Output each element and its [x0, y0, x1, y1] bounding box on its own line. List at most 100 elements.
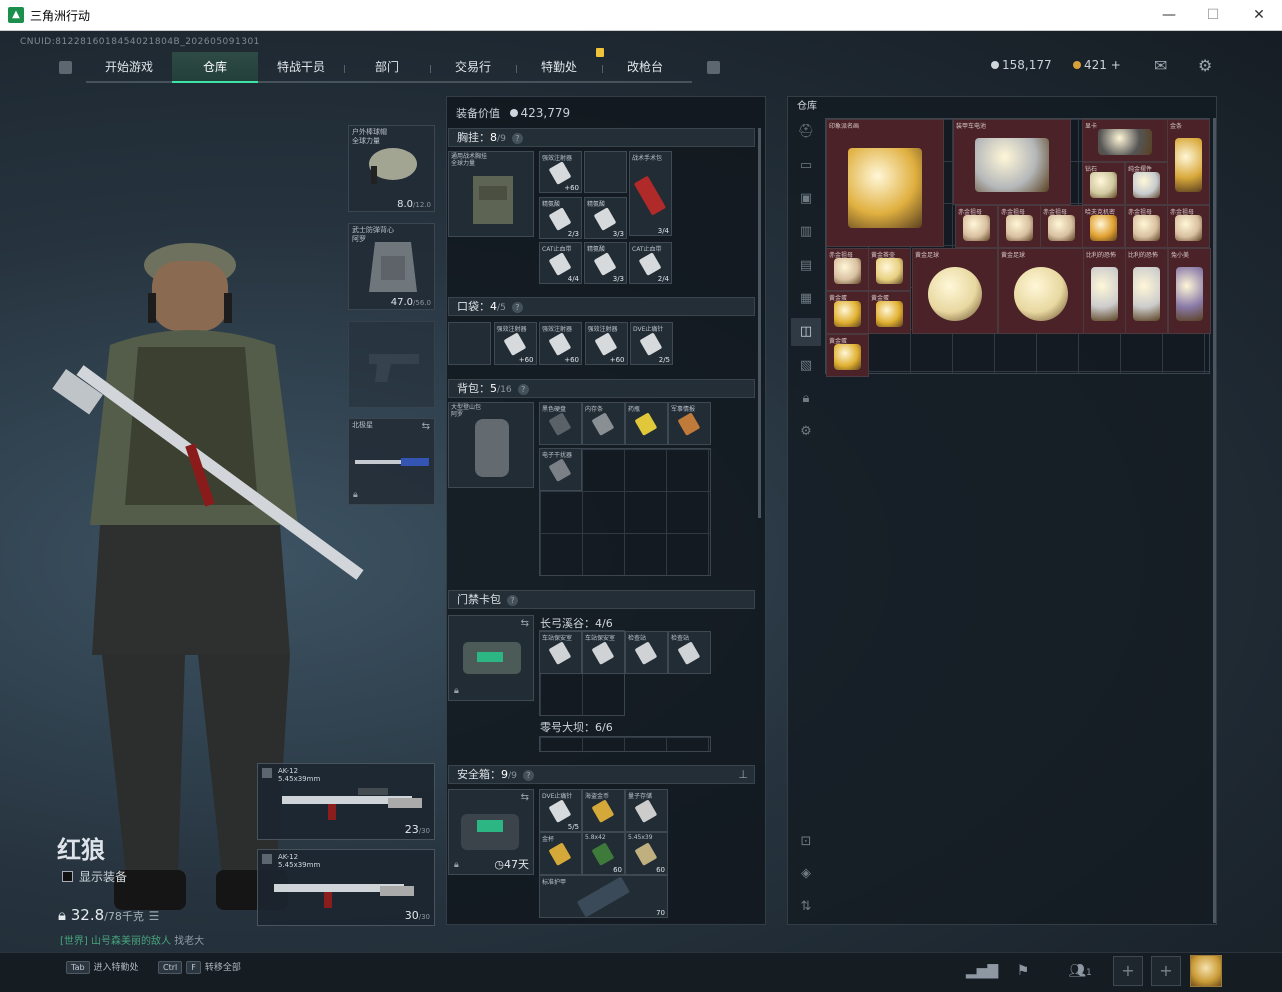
primary-weapon-slot[interactable]: AK-12 5.45x39mm 23/30 — [257, 763, 435, 840]
stash-tab-collection-icon[interactable]: ◫ — [791, 318, 821, 346]
stash-item[interactable]: 哈夫克机密 — [1082, 205, 1125, 248]
help-icon[interactable]: ? — [511, 133, 523, 144]
stash-item[interactable]: 黄金足球 — [998, 248, 1084, 334]
chest-cell[interactable]: 精氨酸 3/3 — [584, 197, 627, 239]
chest-cell[interactable]: CAT止血带 4/4 — [539, 242, 582, 284]
stash-item[interactable]: 钻石 — [1082, 162, 1125, 205]
pistol-slot[interactable] — [348, 321, 435, 408]
pocket-cell[interactable] — [448, 322, 491, 365]
stash-tab-med-icon[interactable]: ▤ — [791, 252, 821, 280]
stash-item[interactable]: 装甲车电池 — [953, 119, 1071, 205]
help-icon[interactable]: ? — [517, 384, 529, 395]
keycard-case-item[interactable]: ⇆ 🔒︎ — [448, 615, 534, 701]
settings-gear-icon[interactable]: ⚙ — [1198, 56, 1212, 75]
stash-item[interactable]: 赤金祖母 — [1040, 205, 1083, 248]
helmet-slot[interactable]: 户外棒球帽 全球力量 8.0/12.0 — [348, 125, 435, 212]
tab-start-game[interactable]: 开始游戏 — [86, 52, 172, 83]
add-currency-button[interactable]: + — [1111, 58, 1121, 72]
nav-next-icon[interactable] — [707, 61, 720, 74]
stash-item[interactable]: 赤金祖母 — [1167, 205, 1210, 248]
stash-item[interactable]: 黄金茶壶 — [868, 248, 911, 291]
stash-item[interactable]: 赤金祖母 — [826, 248, 869, 291]
stash-tab-settings-icon[interactable]: ⚙ — [791, 418, 821, 446]
backpack-item[interactable]: 大型登山包 阿罗 — [448, 402, 534, 488]
stash-tab-key-icon[interactable]: ▦ — [791, 285, 821, 313]
stash-sort-icon[interactable]: ⊡ — [791, 828, 821, 856]
swap-icon[interactable]: ⇆ — [521, 792, 529, 803]
chest-cell[interactable] — [584, 151, 627, 193]
mail-icon[interactable]: ✉ — [1154, 56, 1167, 75]
stash-item[interactable]: 比利的恐怖 — [1125, 248, 1168, 334]
stash-tab-lock-icon[interactable]: 🔒︎ — [791, 385, 821, 413]
friends-icon[interactable]: 👥︎1 — [1058, 958, 1102, 984]
safe-box-item[interactable]: ⇆ 🔒︎ ◷47天 — [448, 789, 534, 875]
equipment-scrollbar[interactable] — [758, 128, 761, 518]
backpack-cell[interactable]: 黑色硬盘 — [539, 402, 582, 445]
stash-item[interactable]: 兔小美 — [1168, 248, 1211, 334]
stash-item[interactable]: 黄金蛋 — [826, 291, 869, 334]
checkbox[interactable] — [62, 871, 73, 882]
keycard-cell[interactable]: 车站保安室 — [582, 631, 625, 674]
secondary-weapon-slot[interactable]: AK-12 5.45x39mm 30/30 — [257, 849, 435, 926]
stash-item[interactable]: 黄金足球 — [912, 248, 998, 334]
stash-item[interactable]: 黄金蛋 — [826, 334, 869, 377]
chest-cell[interactable]: 精氨酸 2/3 — [539, 197, 582, 239]
keycard-cell[interactable]: 检查站 — [625, 631, 668, 674]
tab-trading[interactable]: 交易行 — [430, 52, 516, 83]
keycard-cell[interactable]: 车站保安室 — [539, 631, 582, 674]
help-icon[interactable]: ? — [507, 595, 518, 606]
close-button[interactable]: ✕ — [1236, 0, 1282, 31]
chest-cell[interactable]: CAT止血带 2/4 — [629, 242, 672, 284]
help-icon[interactable]: ? — [511, 302, 523, 313]
enter-special-ops-hint[interactable]: Tab 进入特勤处 — [66, 960, 139, 974]
armor-slot[interactable]: 武士防弹背心 阿罗 47.0/56.0 — [348, 223, 435, 310]
stash-tab-misc-icon[interactable]: ▧ — [791, 352, 821, 380]
swap-icon[interactable]: ⇆ — [521, 618, 529, 629]
transfer-all-hint[interactable]: Ctrl F 转移全部 — [158, 960, 241, 974]
swap-icon[interactable]: ⇆ — [422, 421, 430, 432]
invite-slot-1[interactable]: + — [1113, 956, 1143, 986]
pocket-cell[interactable]: DVE止痛针 2/5 — [630, 322, 673, 365]
chest-cell[interactable]: 强效注射器 +60 — [539, 151, 582, 193]
melee-slot[interactable]: 北极星 ⇆ 🔒︎ — [348, 418, 435, 505]
safe-box-cell[interactable]: DVE止痛针 5/5 — [539, 789, 582, 832]
chest-cell[interactable]: 战术手术包 3/4 — [629, 151, 672, 236]
flag-icon[interactable]: ⚑ — [1006, 958, 1040, 984]
backpack-cell[interactable]: 军事情报 — [668, 402, 711, 445]
stash-item[interactable]: 显卡 — [1082, 119, 1168, 162]
stash-item[interactable]: 赤金祖母 — [955, 205, 998, 248]
backpack-cell[interactable]: 电子干扰器 — [539, 448, 582, 491]
tab-gunsmith[interactable]: 改枪台 — [602, 52, 688, 83]
stash-layers-icon[interactable]: ◈ — [791, 860, 821, 888]
stats-chart-icon[interactable]: ▂▅▇ — [965, 958, 999, 984]
safe-box-cell[interactable]: 5.45x39 60 — [625, 832, 668, 875]
stash-item[interactable]: 金条 — [1167, 119, 1210, 205]
stash-tab-ammo-icon[interactable]: ▥ — [791, 218, 821, 246]
tab-department[interactable]: 部门 — [344, 52, 430, 83]
pin-icon[interactable]: ⊥ — [738, 766, 748, 783]
stash-item[interactable]: 黄金蛋 — [868, 291, 911, 334]
stash-item[interactable]: 赤金祖母 — [1125, 205, 1168, 248]
stash-tab-armor-icon[interactable]: ▣ — [791, 185, 821, 213]
chest-rig-item[interactable]: 通用战术胸挂 全球力量 — [448, 151, 534, 237]
nav-prev-icon[interactable] — [59, 61, 72, 74]
pocket-cell[interactable]: 强效注射器 +60 — [584, 322, 628, 365]
safe-box-cell[interactable]: 标准护甲 70 — [539, 875, 668, 919]
stash-scrollbar[interactable] — [1213, 118, 1216, 923]
stash-item[interactable]: 纯金摆件 — [1125, 162, 1168, 205]
safe-box-cell[interactable]: 金杯 — [539, 832, 582, 875]
pocket-cell[interactable]: 强效注射器 +60 — [539, 322, 582, 365]
list-icon[interactable]: ☰ — [149, 909, 160, 923]
safe-box-cell[interactable]: 5.8x42 60 — [582, 832, 625, 875]
tab-special-ops[interactable]: 特勤处 — [516, 52, 602, 83]
show-equipment-toggle[interactable]: 显示装备 — [62, 868, 127, 885]
help-icon[interactable]: ? — [522, 770, 534, 781]
invite-slot-2[interactable]: + — [1151, 956, 1181, 986]
stash-transfer-icon[interactable]: ⇅ — [791, 893, 821, 921]
player-avatar[interactable] — [1190, 955, 1222, 987]
maximize-button[interactable]: ☐ — [1190, 0, 1236, 31]
pocket-cell[interactable]: 强效注射器 +60 — [493, 322, 537, 365]
stash-item[interactable]: 比利的恐怖 — [1083, 248, 1126, 334]
safe-box-cell[interactable]: 量子存储 — [625, 789, 668, 832]
tab-operators[interactable]: 特战干员 — [258, 52, 344, 83]
